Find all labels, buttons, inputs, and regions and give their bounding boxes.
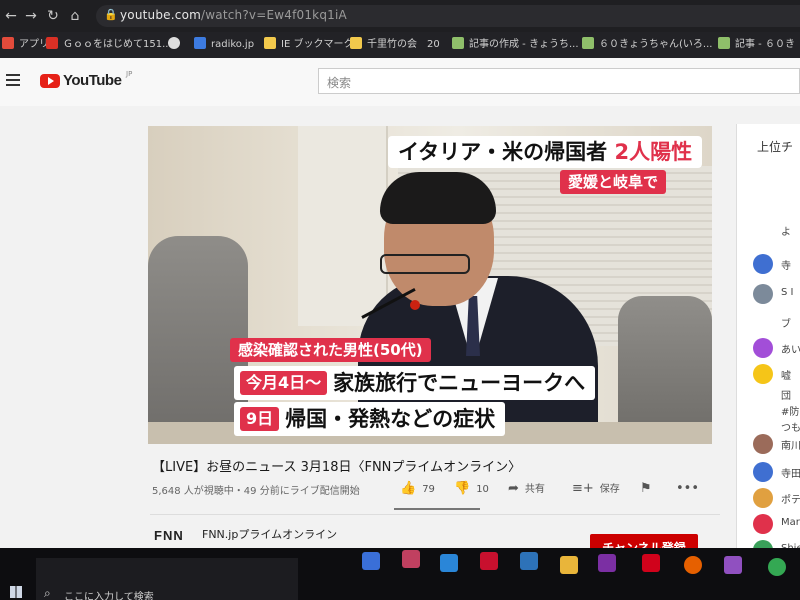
caption-line-1: 今月4日～ 家族旅行でニューヨークへ [234, 366, 596, 400]
share-icon: ➦ [508, 481, 519, 496]
like-button[interactable]: 👍 79 [400, 482, 435, 497]
globe-icon [168, 37, 180, 49]
avatar [753, 254, 773, 274]
add-playlist-icon: ≡+ [572, 481, 594, 496]
more-icon: ••• [676, 481, 700, 496]
chat-author: 南川 [781, 441, 800, 452]
forward-icon[interactable]: → [22, 7, 40, 25]
chat-author: つも [781, 423, 800, 434]
chat-author: 嘘 [781, 371, 791, 382]
bookmark-article[interactable]: 記事 - ６０き [718, 37, 795, 53]
video-title: 【LIVE】お昼のニュース 3月18日〈FNNプライムオンライン〉 [152, 460, 522, 475]
live-chat-panel: 上位チ よ寺S Iブあい嘘団#防つも南川寺田ポテMarShie岡崎メッ [736, 124, 800, 548]
video-player[interactable]: イタリア・米の帰国者 2人陽性 愛媛と岐阜で 感染確認された男性(50代) 今月… [148, 126, 712, 444]
chat-author: ポテ [781, 495, 800, 506]
bookmark-globe[interactable] [168, 37, 185, 53]
taskbar-search[interactable]: ⌕ ここに入力して検索 [36, 558, 298, 600]
chat-author: S I [781, 287, 794, 298]
chat-author: あい [781, 345, 800, 356]
more-button[interactable]: ••• [676, 482, 705, 497]
share-button[interactable]: ➦ 共有 [508, 482, 545, 497]
subscribe-button[interactable]: チャンネル登録 [590, 534, 698, 548]
thumbs-up-icon: 👍 [400, 481, 417, 496]
goo-icon [46, 37, 58, 49]
avatar [753, 462, 773, 482]
bookmark-apps[interactable]: アプリ [2, 37, 49, 53]
blog-icon [582, 37, 594, 49]
browser-toolbar: ← → ↻ ⌂ 🔒 youtube.com/watch?v=Ew4f01kq1i… [0, 0, 800, 32]
bookmark-radiko[interactable]: radiko.jp [194, 37, 254, 53]
home-icon[interactable]: ⌂ [66, 7, 84, 25]
dislike-button[interactable]: 👎 10 [454, 482, 489, 497]
caption-label: 感染確認された男性(50代) [230, 338, 431, 362]
play-logo-icon [40, 74, 60, 88]
flag-icon: ⚑ [640, 481, 652, 496]
chat-author: よ [781, 227, 791, 238]
folder-icon [350, 37, 362, 49]
bookmark-ie[interactable]: IE ブックマーク [264, 37, 353, 53]
calendar-icon[interactable] [362, 552, 380, 570]
caption-headline: イタリア・米の帰国者 2人陽性 [388, 136, 703, 168]
reload-icon[interactable]: ↻ [44, 7, 62, 25]
radiko-icon [194, 37, 206, 49]
paint-icon[interactable] [402, 550, 420, 568]
firefox-icon[interactable] [684, 556, 702, 574]
save-button[interactable]: ≡+ 保存 [572, 482, 620, 497]
app-icon[interactable] [724, 556, 742, 574]
folder-icon[interactable] [560, 556, 578, 574]
blog-icon [718, 37, 730, 49]
channel-avatar[interactable]: FNN [154, 528, 184, 543]
chat-author: 寺 [781, 261, 791, 272]
caption-line-2: 9日 帰国・発熱などの症状 [234, 402, 506, 436]
avatar [753, 488, 773, 508]
chat-title[interactable]: 上位チ [757, 138, 793, 155]
avatar [753, 338, 773, 358]
address-bar[interactable]: 🔒 youtube.com/watch?v=Ew4f01kq1iA [96, 5, 800, 27]
report-button[interactable]: ⚑ [640, 482, 658, 497]
chat-author: #防 [781, 407, 800, 418]
youtube-page: YouTube JP 検索 イタリア・米の帰国者 2人陽性 愛媛と岐阜で 感染確… [0, 58, 800, 548]
search-icon: ⌕ [44, 586, 51, 600]
chat-author: ブ [781, 319, 791, 330]
video-meta: 5,648 人が視聴中・49 分前にライブ配信開始 [152, 486, 360, 497]
mail-icon[interactable] [480, 552, 498, 570]
avatar [753, 284, 773, 304]
channel-name[interactable]: FNN.jpプライムオンライン [202, 526, 337, 542]
yt-header: YouTube JP 検索 [0, 58, 800, 106]
avatar [753, 434, 773, 454]
lock-icon: 🔒 [104, 8, 118, 21]
menu-icon[interactable] [6, 74, 20, 86]
folder-icon [264, 37, 276, 49]
windows-start-icon[interactable] [10, 586, 22, 598]
blog-icon [452, 37, 464, 49]
taskbar: ⌕ ここに入力して検索 [0, 548, 800, 600]
search-input[interactable]: 検索 [318, 68, 800, 94]
like-ratio-bar [394, 508, 480, 510]
avatar [753, 514, 773, 534]
back-icon[interactable]: ← [2, 7, 20, 25]
avatar [753, 540, 773, 548]
bookmark-60kyo[interactable]: ６０きょうちゃん(いろ... [582, 37, 712, 53]
thumbs-down-icon: 👎 [454, 481, 471, 496]
caption-subline: 愛媛と岐阜で [560, 170, 667, 194]
bookmarks-bar: アプリ Ｇｏｏをはじめて151... radiko.jp IE ブックマーク 千… [0, 32, 800, 58]
chat-author: 団 [781, 391, 791, 402]
bookmark-goo[interactable]: Ｇｏｏをはじめて151... [46, 37, 172, 53]
chat-author: 寺田 [781, 469, 800, 480]
bookmark-senri[interactable]: 千里竹の会 20 [350, 37, 440, 53]
avatar [753, 364, 773, 384]
onenote-icon[interactable] [598, 554, 616, 572]
apps-icon [2, 37, 14, 49]
bookmark-article-create[interactable]: 記事の作成 - きょうち... [452, 37, 579, 53]
dict-icon[interactable] [520, 552, 538, 570]
url-text: youtube.com/watch?v=Ew4f01kq1iA [120, 8, 347, 22]
ie-icon[interactable] [440, 554, 458, 572]
yahoo-icon[interactable] [642, 554, 660, 572]
chat-author: Mar [781, 517, 800, 528]
chrome-icon[interactable] [768, 558, 786, 576]
